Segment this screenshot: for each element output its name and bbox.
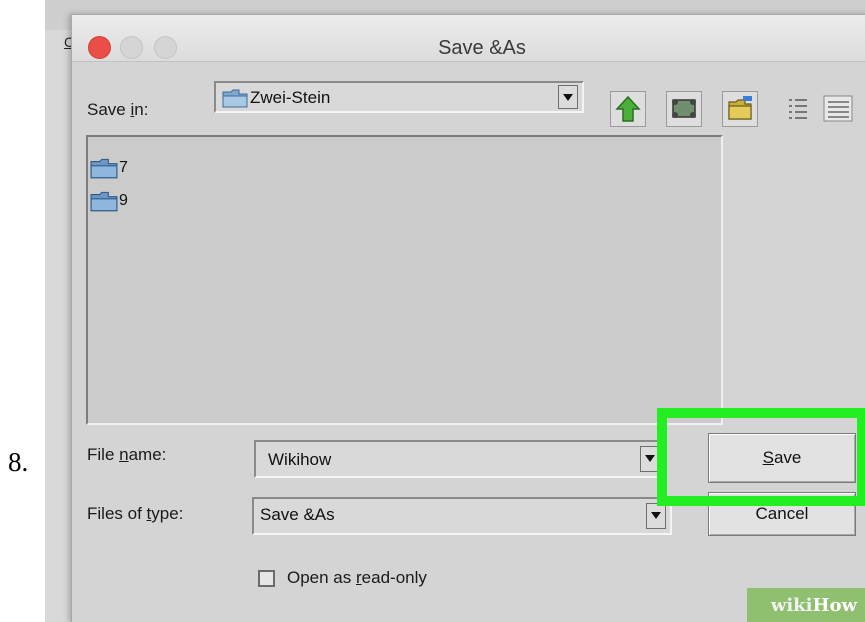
save-in-value: Zwei-Stein (250, 88, 331, 107)
file-name-value: Wikihow (268, 450, 332, 469)
up-one-level-button[interactable] (610, 91, 646, 127)
save-button-highlight (657, 408, 865, 506)
wikihow-watermark: wikiHow (747, 588, 865, 622)
folder-icon (90, 191, 118, 212)
list-view-icon (789, 99, 807, 119)
file-name-field[interactable]: Wikihow (254, 440, 666, 478)
watermark-text: wikiHow (770, 595, 857, 616)
save-as-dialog: Save &As Save in: Zwei-Stein 7 9 File na… (71, 14, 865, 622)
up-folder-icon (615, 95, 641, 122)
files-of-type-dropdown-arrow[interactable] (646, 503, 666, 529)
list-item-label: 9 (119, 192, 128, 209)
folder-icon (90, 158, 118, 179)
save-in-dropdown[interactable]: Zwei-Stein (214, 81, 584, 113)
desktop-icon (672, 99, 696, 118)
details-view-icon (823, 95, 853, 122)
step-number: 8. (8, 447, 29, 477)
create-new-folder-button[interactable] (722, 91, 758, 127)
file-name-label: File name: (87, 445, 167, 464)
desktop-button[interactable] (666, 91, 702, 127)
dialog-title: Save &As (438, 37, 526, 59)
save-in-dropdown-arrow[interactable] (558, 85, 578, 109)
folder-icon (222, 89, 248, 108)
list-view-button[interactable] (781, 91, 817, 127)
read-only-checkbox[interactable] (258, 570, 275, 587)
files-of-type-label: Files of type: (87, 504, 184, 523)
files-of-type-value: Save &As (260, 505, 335, 524)
files-of-type-dropdown[interactable]: Save &As (252, 497, 672, 535)
save-in-label: Save in: (87, 100, 149, 119)
new-folder-icon (728, 96, 752, 120)
file-list[interactable]: 7 9 (86, 135, 723, 425)
details-view-button[interactable] (820, 91, 856, 127)
dialog-titlebar[interactable]: Save &As (72, 15, 865, 62)
read-only-label[interactable]: Open as read-only (287, 568, 427, 588)
screenshot-area: Ca Save &As Save in: Zwei-Stein (45, 0, 865, 622)
list-item-label: 7 (119, 159, 128, 176)
